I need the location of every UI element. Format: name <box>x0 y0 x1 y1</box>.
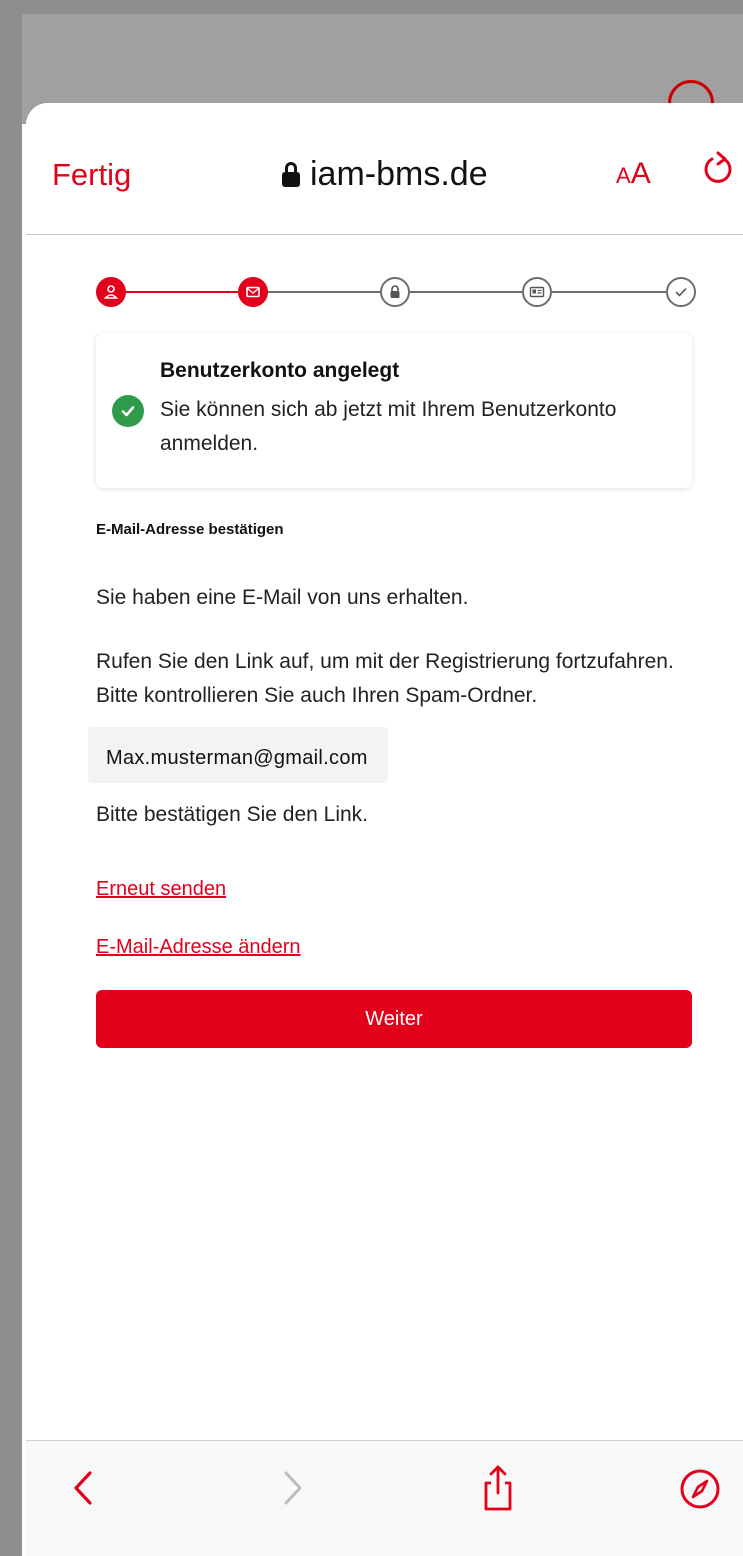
text-size-button[interactable]: AA <box>616 157 651 191</box>
checkmark-icon <box>675 288 687 297</box>
done-button[interactable]: Fertig <box>52 157 131 193</box>
step-done <box>666 277 696 307</box>
url-display[interactable]: iam-bms.de <box>282 155 488 194</box>
step-connector-active <box>126 291 238 293</box>
envelope-icon <box>246 286 260 298</box>
lock-icon <box>390 285 400 298</box>
back-icon[interactable] <box>62 1463 106 1513</box>
success-card: Benutzerkonto angelegt Sie können sich a… <box>96 333 692 488</box>
spam-hint-text: Bitte kontrollieren Sie auch Ihren Spam-… <box>96 684 538 707</box>
success-check-icon <box>112 395 144 427</box>
change-email-link[interactable]: E-Mail-Adresse ändern <box>96 936 301 959</box>
success-message: Sie können sich ab jetzt mit Ihrem Benut… <box>160 398 617 455</box>
email-address: Max.musterman@gmail.com <box>106 747 368 769</box>
registration-stepper <box>96 277 696 307</box>
text-size-big-label: A <box>630 157 651 190</box>
confirm-text: Bitte bestätigen Sie den Link. <box>96 803 369 826</box>
step-connector <box>410 291 522 293</box>
reload-icon[interactable] <box>698 149 738 189</box>
text-size-small-label: A <box>616 163 631 188</box>
user-icon <box>103 285 119 299</box>
instruction-text: Rufen Sie den Link auf, um mit der Regis… <box>96 650 674 673</box>
step-connector <box>552 291 666 293</box>
step-identity <box>522 277 552 307</box>
left-frame <box>0 0 22 1556</box>
resend-link[interactable]: Erneut senden <box>96 878 226 901</box>
step-password <box>380 277 410 307</box>
share-icon[interactable] <box>476 1463 520 1513</box>
section-title: E-Mail-Adresse bestätigen <box>96 521 284 538</box>
step-account <box>96 277 126 307</box>
id-card-icon <box>529 286 545 298</box>
browser-sheet: Fertig iam-bms.de AA Benutzerkonto angel… <box>26 103 743 1556</box>
step-connector <box>268 291 380 293</box>
top-frame <box>0 0 743 14</box>
forward-icon[interactable] <box>270 1463 314 1513</box>
step-email <box>238 277 268 307</box>
success-title: Benutzerkonto angelegt <box>160 359 400 382</box>
lock-icon <box>282 161 300 188</box>
browser-nav-bar: Fertig iam-bms.de AA <box>26 103 743 235</box>
browser-toolbar <box>26 1440 743 1556</box>
compass-icon[interactable] <box>678 1463 722 1513</box>
continue-button[interactable]: Weiter <box>96 990 692 1048</box>
info-text: Sie haben eine E-Mail von uns erhalten. <box>96 586 469 609</box>
url-text: iam-bms.de <box>310 155 488 193</box>
